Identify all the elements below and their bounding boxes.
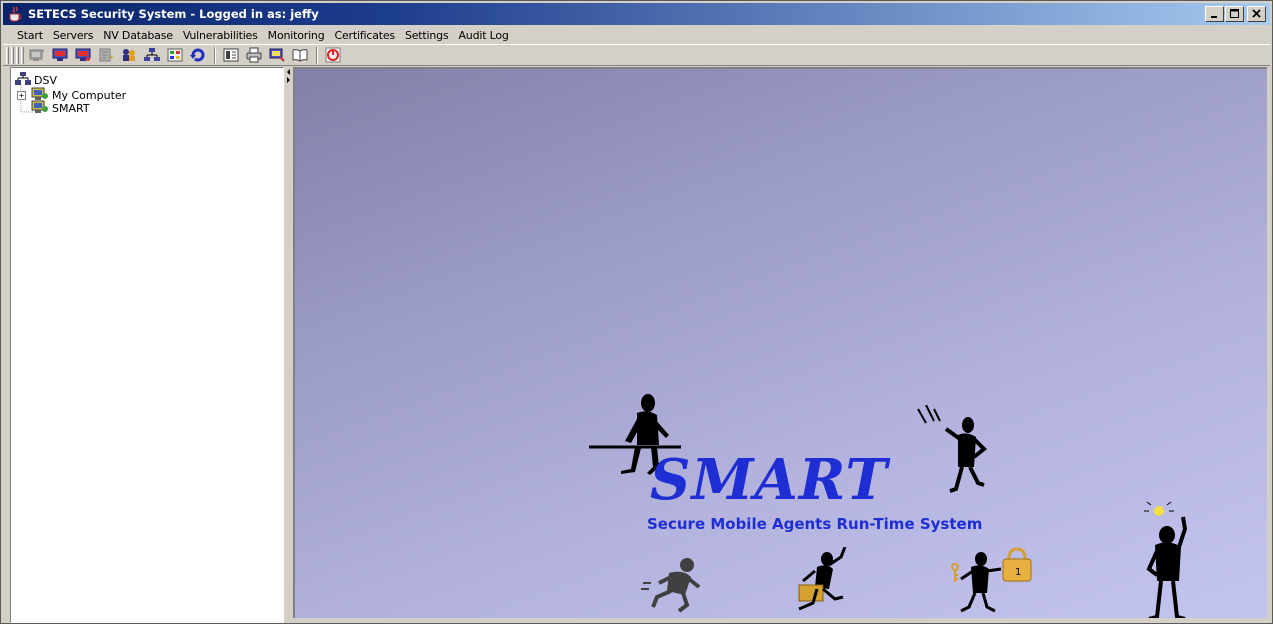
menu-vulnerabilities[interactable]: Vulnerabilities bbox=[183, 29, 258, 42]
toolbar-grip[interactable] bbox=[21, 46, 24, 64]
help-icon[interactable] bbox=[266, 45, 288, 65]
menu-settings[interactable]: Settings bbox=[405, 29, 449, 42]
toolbar-grip[interactable] bbox=[11, 46, 14, 64]
computer-icon bbox=[31, 100, 49, 117]
toolbar-separator bbox=[214, 46, 216, 64]
menu-servers[interactable]: Servers bbox=[53, 29, 94, 42]
java-cup-icon bbox=[6, 5, 24, 23]
panel-splitter[interactable] bbox=[284, 67, 292, 623]
menu-bar: Start Servers NV Database Vulnerabilitie… bbox=[3, 26, 1270, 44]
properties-icon[interactable] bbox=[220, 45, 242, 65]
menu-start[interactable]: Start bbox=[17, 29, 43, 42]
toolbar-grip[interactable] bbox=[16, 46, 19, 64]
network-icon[interactable] bbox=[141, 45, 163, 65]
app-window: SETECS Security System - Logged in as: j… bbox=[0, 0, 1273, 624]
window-title: SETECS Security System - Logged in as: j… bbox=[28, 7, 319, 21]
running-figure-illustration bbox=[641, 558, 701, 613]
title-bar[interactable]: SETECS Security System - Logged in as: j… bbox=[3, 3, 1270, 25]
svg-text:1: 1 bbox=[1015, 567, 1021, 578]
menu-nv-database[interactable]: NV Database bbox=[103, 29, 173, 42]
splash-title: SMART bbox=[650, 447, 889, 513]
book-icon[interactable] bbox=[289, 45, 311, 65]
lightbulb-figure-illustration bbox=[1144, 501, 1188, 619]
menu-certificates[interactable]: Certificates bbox=[334, 29, 395, 42]
splash-subtitle: Secure Mobile Agents Run-Time System bbox=[647, 515, 983, 533]
refresh-icon[interactable] bbox=[187, 45, 209, 65]
tree-item-smart[interactable]: SMART bbox=[31, 100, 90, 117]
database-icon[interactable] bbox=[164, 45, 186, 65]
menu-monitoring[interactable]: Monitoring bbox=[268, 29, 325, 42]
close-button[interactable] bbox=[1247, 6, 1266, 22]
toolbar bbox=[3, 44, 1270, 66]
server-tree[interactable]: DSV + My Computer SMART bbox=[10, 67, 284, 623]
print-icon[interactable] bbox=[243, 45, 265, 65]
window-controls bbox=[1205, 6, 1266, 22]
agents-icon[interactable] bbox=[118, 45, 140, 65]
tree-item-label: SMART bbox=[52, 102, 90, 115]
minimize-button[interactable] bbox=[1205, 6, 1224, 22]
splitter-arrows-icon[interactable] bbox=[285, 67, 293, 87]
expand-toggle[interactable]: + bbox=[17, 91, 26, 100]
stop-icon[interactable] bbox=[322, 45, 344, 65]
box-figure-illustration bbox=[798, 547, 847, 611]
monitor-alert-icon[interactable] bbox=[72, 45, 94, 65]
report-icon[interactable] bbox=[95, 45, 117, 65]
key-lock-figure-illustration: 1 bbox=[951, 547, 1032, 613]
maximize-button[interactable] bbox=[1225, 6, 1244, 22]
toolbar-grip[interactable] bbox=[6, 46, 9, 64]
waving-figure-illustration bbox=[917, 405, 987, 493]
splash-panel: SMART Secure Mobile Agents Run-Time Syst… bbox=[293, 67, 1267, 619]
status-strip bbox=[293, 618, 1267, 621]
connect-icon[interactable] bbox=[26, 45, 48, 65]
monitor-icon[interactable] bbox=[49, 45, 71, 65]
menu-audit-log[interactable]: Audit Log bbox=[458, 29, 508, 42]
toolbar-separator bbox=[316, 46, 318, 64]
